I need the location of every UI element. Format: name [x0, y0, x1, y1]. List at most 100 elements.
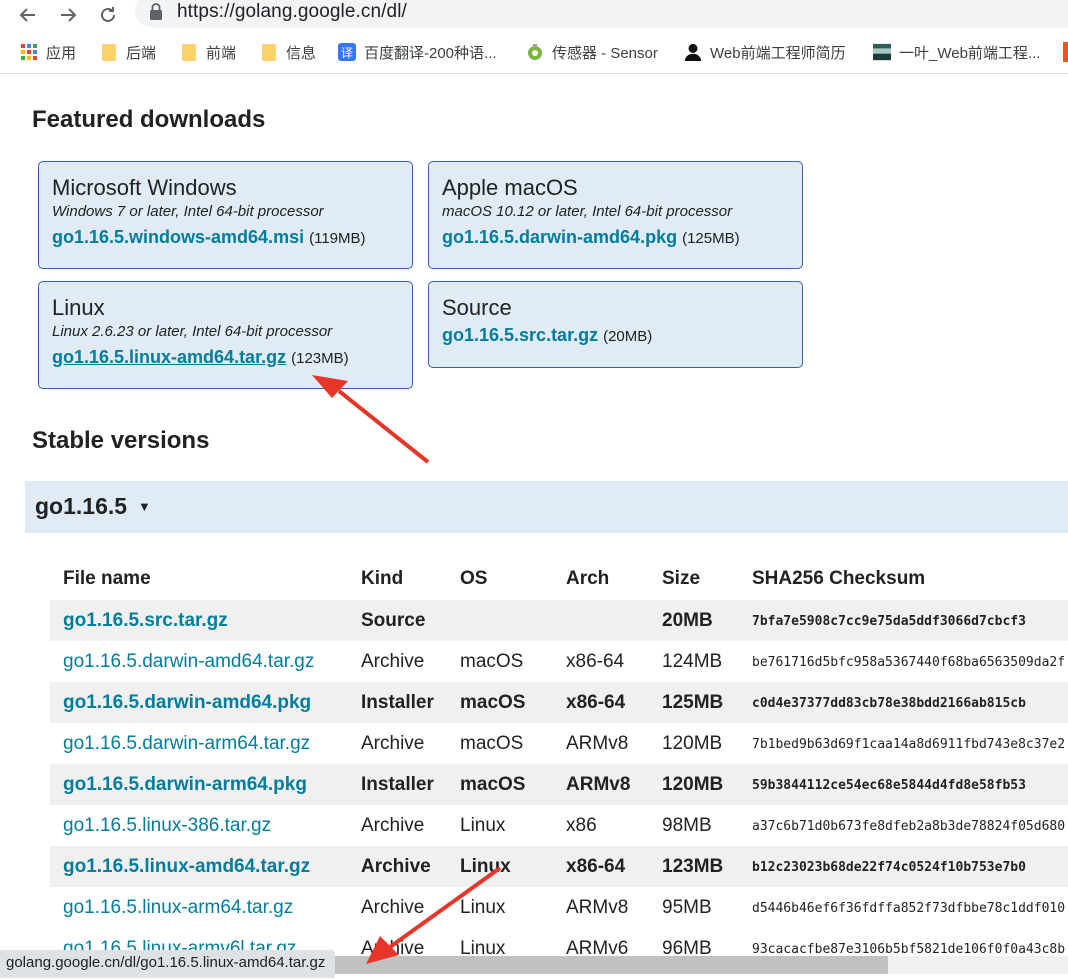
bookmark-resume[interactable]: Web前端工程师简历 — [684, 41, 846, 63]
card-requirements: macOS 10.12 or later, Intel 64-bit proce… — [442, 203, 733, 220]
size-cell: 20MB — [662, 610, 713, 631]
download-card-source[interactable]: Source go1.16.5.src.tar.gz (20MB) — [428, 281, 803, 368]
bookmark-label: 信息 — [286, 44, 317, 62]
size-cell: 120MB — [662, 774, 724, 795]
col-header-file-name: File name — [63, 568, 151, 589]
download-card-linux[interactable]: Linux Linux 2.6.23 or later, Intel 64-bi… — [38, 281, 413, 389]
card-file-size: (125MB) — [682, 230, 740, 247]
reload-icon[interactable] — [96, 3, 120, 27]
file-name-link[interactable]: go1.16.5.linux-386.tar.gz — [63, 815, 271, 837]
size-cell: 123MB — [662, 856, 724, 877]
file-name-link[interactable]: go1.16.5.linux-arm64.tar.gz — [63, 897, 293, 919]
card-download-link[interactable]: go1.16.5.linux-amd64.tar.gz — [52, 347, 286, 367]
version-title: go1.16.5 — [35, 493, 128, 519]
col-header-checksum: SHA256 Checksum — [752, 568, 926, 589]
card-download-link[interactable]: go1.16.5.windows-amd64.msi — [52, 227, 304, 247]
arch-cell: ARMv8 — [566, 733, 629, 754]
bookmark-label: Web前端工程师简历 — [710, 44, 846, 62]
status-bar-url: golang.google.cn/dl/go1.16.5.linux-amd64… — [0, 950, 336, 978]
folder-icon — [260, 43, 278, 61]
overflow-bookmark-icon[interactable] — [1063, 42, 1068, 62]
file-name-link[interactable]: go1.16.5.darwin-amd64.pkg — [63, 692, 311, 714]
folder-icon — [100, 43, 118, 61]
bookmark-label: 应用 — [46, 44, 77, 62]
os-cell: macOS — [460, 774, 526, 795]
checksum-cell: 7bfa7e5908c7cc9e75da5ddf3066d7cbcf3 — [752, 614, 1026, 629]
table-row: go1.16.5.linux-amd64.tar.gz Archive Linu… — [50, 846, 1068, 887]
expand-triangle-icon[interactable]: ▼ — [138, 499, 151, 514]
bookmark-folder-info[interactable]: 信息 — [260, 41, 316, 63]
card-file-size: (123MB) — [291, 350, 349, 367]
card-file-size: (20MB) — [603, 328, 653, 345]
checksum-cell: a37c6b71d0b673fe8dfeb2a8b3de78824f05d680 — [752, 819, 1066, 834]
size-cell: 98MB — [662, 815, 712, 836]
bookmark-yiye[interactable]: 一叶_Web前端工程... — [873, 41, 1040, 63]
card-file-size: (119MB) — [309, 230, 366, 247]
os-cell: Linux — [460, 897, 506, 918]
file-name-link[interactable]: go1.16.5.darwin-arm64.pkg — [63, 774, 307, 796]
version-toggle-bar[interactable]: go1.16.5 ▼ — [25, 481, 1068, 533]
size-cell: 95MB — [662, 897, 712, 918]
apps-grid-icon — [20, 43, 38, 61]
landscape-thumbnail-icon — [873, 43, 891, 61]
col-header-kind: Kind — [361, 568, 404, 589]
download-card-macos[interactable]: Apple macOS macOS 10.12 or later, Intel … — [428, 161, 803, 269]
checksum-cell: be761716d5bfc958a5367440f68ba6563509da2f — [752, 655, 1066, 670]
bookmark-label: 前端 — [206, 44, 237, 62]
kind-cell: Archive — [361, 815, 425, 836]
checksum-cell: b12c23023b68de22f74c0524f10b753e7b0 — [752, 860, 1026, 875]
kind-cell: Archive — [361, 733, 425, 754]
table-row: go1.16.5.darwin-arm64.tar.gz Archive mac… — [50, 723, 1068, 764]
table-row: go1.16.5.linux-arm64.tar.gz Archive Linu… — [50, 887, 1068, 928]
kind-cell: Installer — [361, 774, 434, 795]
featured-downloads-heading: Featured downloads — [32, 106, 266, 133]
card-download-link[interactable]: go1.16.5.darwin-amd64.pkg — [442, 227, 677, 247]
card-os-title: Source — [442, 295, 512, 320]
kind-cell: Installer — [361, 692, 434, 713]
card-requirements: Windows 7 or later, Intel 64-bit process… — [52, 203, 324, 220]
bookmark-folder-frontend[interactable]: 前端 — [180, 41, 236, 63]
bookmark-label: 后端 — [126, 44, 157, 62]
download-card-windows[interactable]: Microsoft Windows Windows 7 or later, In… — [38, 161, 413, 269]
folder-icon — [180, 43, 198, 61]
bookmark-apps[interactable]: 应用 — [20, 41, 76, 63]
url-text[interactable]: https://golang.google.cn/dl/ — [177, 1, 407, 23]
bookmark-sensor[interactable]: 传感器 - Sensor — [526, 41, 658, 63]
table-row: go1.16.5.darwin-arm64.pkg Installer macO… — [50, 764, 1068, 805]
lock-icon[interactable] — [149, 3, 163, 21]
size-cell: 125MB — [662, 692, 724, 713]
file-name-link[interactable]: go1.16.5.darwin-arm64.tar.gz — [63, 733, 310, 755]
bookmark-label: 百度翻译-200种语... — [364, 44, 497, 62]
col-header-size: Size — [662, 568, 701, 589]
translate-icon: 译 — [338, 43, 356, 61]
bookmark-label: 传感器 - Sensor — [552, 44, 658, 62]
size-cell: 120MB — [662, 733, 723, 754]
arch-cell: ARMv8 — [566, 897, 629, 918]
svg-text:译: 译 — [341, 46, 353, 60]
sensor-icon — [526, 43, 544, 61]
os-cell: Linux — [460, 815, 506, 836]
bookmark-label: 一叶_Web前端工程... — [899, 44, 1041, 62]
back-arrow-icon[interactable] — [16, 3, 40, 27]
table-row: go1.16.5.linux-386.tar.gz Archive Linux … — [50, 805, 1068, 846]
horizontal-scrollbar-track[interactable] — [888, 956, 1068, 974]
card-os-title: Apple macOS — [442, 175, 578, 200]
checksum-cell: c0d4e37377dd83cb78e38bdd2166ab815cb — [752, 696, 1026, 711]
bookmark-baidu-translate[interactable]: 译 百度翻译-200种语... — [338, 41, 497, 63]
arch-cell: x86-64 — [566, 692, 626, 713]
checksum-cell: 59b3844112ce54ec68e5844d4fd8e58fb53 — [752, 778, 1026, 793]
bookmark-folder-backend[interactable]: 后端 — [100, 41, 156, 63]
checksum-cell: 93cacacfbe87e3106b5bf5821de106f0f0a43c8b — [752, 942, 1066, 957]
file-name-link[interactable]: go1.16.5.src.tar.gz — [63, 610, 228, 632]
file-name-link[interactable]: go1.16.5.linux-amd64.tar.gz — [63, 856, 310, 878]
forward-arrow-icon[interactable] — [56, 3, 80, 27]
table-row: go1.16.5.darwin-amd64.pkg Installer macO… — [50, 682, 1068, 723]
card-download-link[interactable]: go1.16.5.src.tar.gz — [442, 325, 598, 345]
stable-versions-heading: Stable versions — [32, 427, 210, 454]
bookmarks-bar: 应用 后端 前端 信息 译 百度翻译-200种语... 传感器 - Sensor… — [0, 33, 1068, 74]
os-cell: macOS — [460, 651, 524, 672]
file-name-link[interactable]: go1.16.5.darwin-amd64.tar.gz — [63, 651, 314, 673]
card-requirements: Linux 2.6.23 or later, Intel 64-bit proc… — [52, 323, 333, 340]
table-row: go1.16.5.darwin-amd64.tar.gz Archive mac… — [50, 641, 1068, 682]
arch-cell: x86 — [566, 815, 597, 836]
